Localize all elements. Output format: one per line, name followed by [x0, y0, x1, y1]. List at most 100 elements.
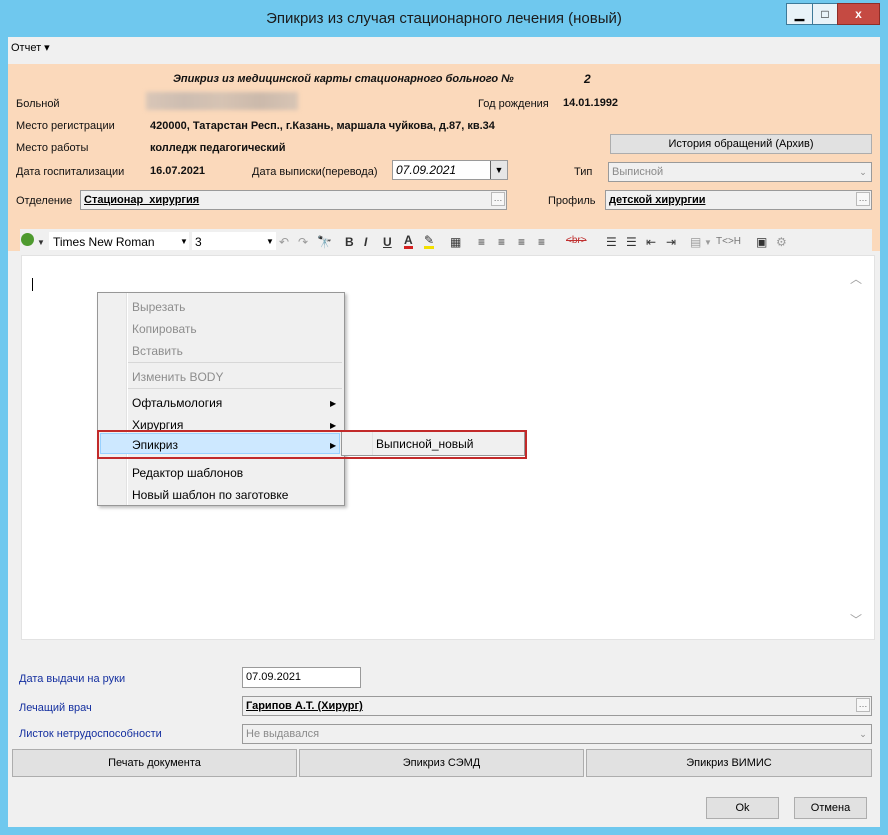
size-value: 3: [195, 235, 202, 249]
sick-leave-value: Не выдавался: [246, 728, 320, 740]
issue-date-field[interactable]: 07.09.2021: [242, 667, 361, 688]
close-button[interactable]: x: [837, 3, 880, 25]
menu-item-copy[interactable]: Копировать: [132, 322, 197, 336]
dropdown-arrow-icon[interactable]: ▼: [37, 238, 45, 247]
scroll-up-icon[interactable]: ︿: [850, 270, 862, 287]
profile-label: Профиль: [548, 195, 596, 207]
issue-date-value: 07.09.2021: [246, 671, 302, 683]
doctor-field[interactable]: Гарипов А.Т. (Хирург) …: [242, 696, 872, 716]
hospitalization-date-label: Дата госпитализации: [16, 166, 125, 178]
redo-icon[interactable]: ↷: [298, 235, 308, 249]
sick-leave-select[interactable]: Не выдавался ⌄: [242, 724, 872, 744]
maximize-icon: □: [821, 7, 829, 21]
align-right-icon[interactable]: ≡: [518, 235, 525, 249]
maximize-button[interactable]: □: [812, 3, 838, 25]
card-number: 2: [584, 72, 591, 86]
profile-field[interactable]: детской хирургии …: [605, 190, 872, 210]
italic-icon[interactable]: I: [364, 235, 367, 249]
info-icon[interactable]: [21, 233, 34, 246]
type-select[interactable]: Выписной ⌄: [608, 162, 872, 182]
tag-icon[interactable]: T<>H: [716, 236, 741, 247]
align-left-icon[interactable]: ≡: [478, 235, 485, 249]
department-ellipsis-icon[interactable]: …: [491, 192, 505, 206]
chevron-down-icon: ⌄: [859, 167, 867, 177]
clean-icon[interactable]: ⚙: [776, 235, 787, 249]
department-value: Стационар_хирургия: [84, 194, 200, 206]
size-select[interactable]: 3 ▼: [192, 232, 276, 250]
text-caret: [32, 278, 33, 291]
bullet-list-icon[interactable]: ☰: [626, 235, 637, 249]
remove-br-icon[interactable]: <br>: [566, 235, 587, 246]
title-bar: Эпикриз из случая стационарного лечения …: [0, 0, 888, 37]
discharge-date-value: 07.09.2021: [396, 163, 457, 177]
menu-report[interactable]: Отчет ▾: [11, 41, 50, 54]
font-name: Times New Roman: [53, 235, 155, 249]
font-select[interactable]: Times New Roman ▼: [49, 232, 189, 250]
epicrisis-title: Эпикриз из медицинской карты стационарно…: [173, 73, 514, 85]
history-archive-button[interactable]: История обращений (Архив): [610, 134, 872, 154]
menu-item-new-template[interactable]: Новый шаблон по заготовке: [132, 488, 288, 502]
department-field[interactable]: Стационар_хирургия …: [80, 190, 507, 210]
outdent-icon[interactable]: ⇤: [646, 235, 656, 249]
menu-item-paste[interactable]: Вставить: [132, 344, 183, 358]
submenu-arrow-icon: ▶: [330, 399, 337, 408]
menu-item-cut[interactable]: Вырезать: [132, 300, 185, 314]
insert-image-icon[interactable]: ▦: [450, 235, 461, 249]
epicrisis-vimis-button[interactable]: Эпикриз ВИМИС: [586, 749, 872, 777]
doctor-value: Гарипов А.Т. (Хирург): [246, 700, 363, 712]
profile-value: детской хирургии: [609, 194, 706, 206]
context-menu: Вырезать Копировать Вставить Изменить BO…: [97, 292, 345, 506]
print-document-button[interactable]: Печать документа: [12, 749, 297, 777]
source-icon[interactable]: ▣: [756, 235, 767, 249]
header-panel: Эпикриз из медицинской карты стационарно…: [8, 64, 880, 251]
profile-ellipsis-icon[interactable]: …: [856, 192, 870, 206]
annotation-highlight-frame: [97, 430, 527, 459]
discharge-date-field[interactable]: 07.09.2021 ▼: [392, 160, 508, 180]
scroll-down-icon[interactable]: ﹀: [850, 611, 862, 628]
menu-bar: Отчет ▾: [8, 37, 880, 59]
work-value: колледж педагогический: [150, 142, 286, 154]
patient-label: Больной: [16, 98, 60, 110]
highlight-icon[interactable]: ✎: [424, 234, 435, 249]
indent-icon[interactable]: ⇥: [666, 235, 676, 249]
type-value: Выписной: [612, 166, 664, 178]
minimize-button[interactable]: ▁: [786, 3, 813, 25]
ok-button[interactable]: Ok: [706, 797, 779, 819]
menu-gutter: [126, 293, 128, 505]
submenu-arrow-icon: ▶: [330, 421, 337, 430]
hospitalization-date-value: 16.07.2021: [150, 165, 206, 177]
registration-label: Место регистрации: [16, 120, 115, 132]
align-justify-icon[interactable]: ≡: [538, 235, 545, 249]
table-icon[interactable]: ▤: [690, 235, 701, 249]
menu-item-edit-body[interactable]: Изменить BODY: [132, 370, 223, 384]
client-area: Отчет ▾ Эпикриз из медицинской карты ста…: [8, 37, 880, 827]
table-dropdown-icon[interactable]: ▼: [704, 238, 712, 247]
issue-date-label: Дата выдачи на руки: [19, 673, 126, 685]
epicrisis-semd-button[interactable]: Эпикриз СЭМД: [299, 749, 584, 777]
font-chevron-icon: ▼: [180, 237, 188, 246]
underline-icon[interactable]: U: [383, 235, 392, 249]
menu-separator: [128, 388, 342, 389]
bold-icon[interactable]: B: [345, 235, 354, 249]
calendar-dropdown-icon[interactable]: ▼: [490, 161, 507, 179]
sick-leave-label: Листок нетрудоспособности: [19, 728, 162, 740]
department-label: Отделение: [16, 195, 73, 207]
align-center-icon[interactable]: ≡: [498, 235, 505, 249]
undo-icon[interactable]: ↶: [279, 235, 289, 249]
close-icon: x: [855, 7, 862, 21]
doctor-ellipsis-icon[interactable]: …: [856, 698, 870, 712]
numbered-list-icon[interactable]: ☰: [606, 235, 617, 249]
menu-item-ophthalmology[interactable]: Офтальмология: [132, 396, 222, 410]
cancel-button[interactable]: Отмена: [794, 797, 867, 819]
window-title: Эпикриз из случая стационарного лечения …: [266, 10, 622, 27]
registration-value: 420000, Татарстан Респ., г.Казань, марша…: [150, 120, 495, 132]
text-color-icon[interactable]: A: [404, 234, 413, 249]
size-chevron-icon: ▼: [266, 237, 274, 246]
find-icon[interactable]: 🔭: [317, 235, 332, 249]
birth-year-label: Год рождения: [478, 98, 549, 110]
discharge-date-label: Дата выписки(перевода): [252, 166, 378, 178]
menu-item-template-editor[interactable]: Редактор шаблонов: [132, 466, 243, 480]
chevron-down-icon: ⌄: [859, 729, 867, 739]
patient-name-blurred: [146, 92, 298, 110]
doctor-label: Лечащий врач: [19, 702, 92, 714]
